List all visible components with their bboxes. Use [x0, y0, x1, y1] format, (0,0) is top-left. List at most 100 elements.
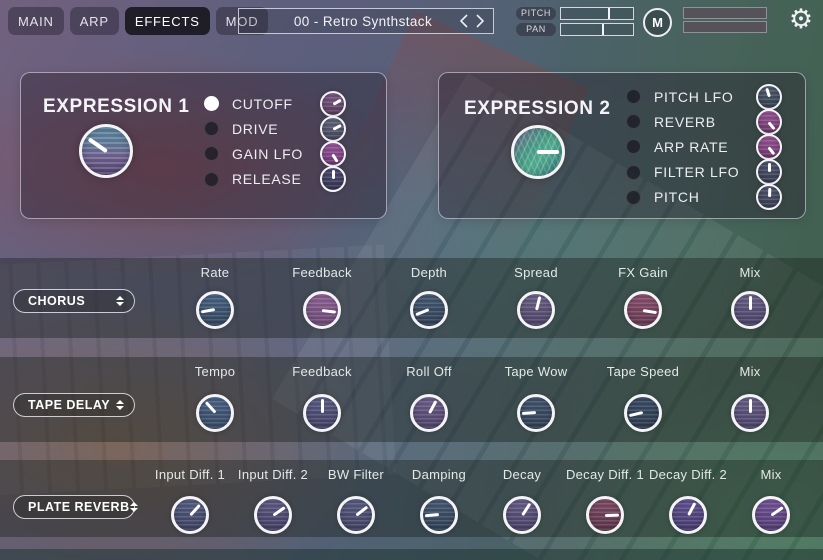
- effect-knob-spread[interactable]: [517, 291, 555, 329]
- effect-knob-mix[interactable]: [752, 496, 790, 534]
- effect-knob-input-diff-2[interactable]: [254, 496, 292, 534]
- knob-pointer: [422, 498, 457, 533]
- target-knob-reverb[interactable]: [756, 109, 782, 135]
- knob-label: Damping: [412, 467, 466, 482]
- reverb-knobs: Input Diff. 1Input Diff. 2BW FilterDampi…: [171, 460, 790, 537]
- knob-column: Damping: [420, 460, 458, 537]
- pitch-slider-row: PITCH: [516, 6, 634, 20]
- target-radio-arp-rate[interactable]: [626, 139, 641, 154]
- expression-1-panel: EXPRESSION 1 CUTOFFDRIVEGAIN LFORELEASE: [20, 72, 387, 219]
- pitch-slider-handle[interactable]: [608, 8, 610, 19]
- knob-label: Input Diff. 1: [155, 467, 225, 482]
- knob-pointer: [588, 498, 621, 531]
- chorus-type-label: CHORUS: [28, 294, 85, 308]
- effect-knob-rate[interactable]: [196, 291, 234, 329]
- effect-knob-depth[interactable]: [410, 291, 448, 329]
- target-radio-filter-lfo[interactable]: [626, 165, 641, 180]
- knob-pointer: [517, 291, 556, 330]
- tab-effects[interactable]: EFFECTS: [125, 7, 210, 35]
- target-knob-drive[interactable]: [320, 116, 346, 142]
- knob-pointer-line: [535, 296, 541, 310]
- tab-main[interactable]: MAIN: [8, 7, 64, 35]
- effect-knob-tape-speed[interactable]: [624, 394, 662, 432]
- knob-pointer-line: [629, 412, 643, 418]
- expression-2-panel: EXPRESSION 2 PITCH LFOREVERBARP RATEFILT…: [438, 72, 806, 219]
- effect-knob-bw-filter[interactable]: [337, 496, 375, 534]
- knob-pointer: [519, 396, 553, 430]
- pitch-slider[interactable]: [560, 7, 634, 20]
- effect-knob-tempo[interactable]: [196, 394, 234, 432]
- target-knob-filter-lfo[interactable]: [756, 159, 782, 185]
- effect-knob-damping[interactable]: [420, 496, 458, 534]
- chorus-knobs: RateFeedbackDepthSpreadFX GainMix: [196, 258, 769, 338]
- knob-pointer-line: [332, 123, 341, 130]
- knob-label: FX Gain: [618, 265, 668, 280]
- knob-label: Depth: [411, 265, 447, 280]
- knob-pointer-line: [765, 88, 771, 97]
- settings-gear-icon[interactable]: ⚙: [784, 2, 818, 36]
- effect-knob-mix[interactable]: [731, 291, 769, 329]
- target-label: CUTOFF: [232, 96, 320, 112]
- effect-knob-decay-diff-1[interactable]: [586, 496, 624, 534]
- expression-target-row: PITCH LFO: [626, 84, 782, 109]
- expression-1-knob[interactable]: [79, 124, 133, 178]
- knob-pointer-line: [768, 146, 776, 155]
- effect-knob-feedback[interactable]: [303, 394, 341, 432]
- target-label: DRIVE: [232, 121, 320, 137]
- chorus-type-dropdown[interactable]: CHORUS: [13, 289, 135, 313]
- knob-pointer-line: [189, 504, 201, 516]
- reverb-type-dropdown[interactable]: PLATE REVERB: [13, 495, 135, 519]
- knob-column: Tape Speed: [624, 357, 662, 442]
- knob-pointer-line: [88, 137, 108, 153]
- expression-target-row: REVERB: [626, 109, 782, 134]
- tab-arp[interactable]: ARP: [70, 7, 119, 35]
- knob-column: Input Diff. 1: [171, 460, 209, 537]
- target-radio-release[interactable]: [204, 172, 219, 187]
- target-knob-arp-rate[interactable]: [756, 134, 782, 160]
- knob-label: Tape Wow: [505, 364, 568, 379]
- chevron-left-icon[interactable]: [459, 13, 469, 29]
- effect-knob-decay-diff-2[interactable]: [669, 496, 707, 534]
- chevron-right-icon[interactable]: [475, 13, 485, 29]
- pan-slider[interactable]: [560, 23, 634, 36]
- target-radio-drive[interactable]: [204, 121, 219, 136]
- target-label: FILTER LFO: [654, 164, 756, 180]
- knob-column: FX Gain: [624, 258, 662, 338]
- target-radio-pitch[interactable]: [626, 190, 641, 205]
- target-knob-release[interactable]: [320, 166, 346, 192]
- effect-knob-fx-gain[interactable]: [624, 291, 662, 329]
- effect-knob-decay[interactable]: [503, 496, 541, 534]
- effect-knob-feedback[interactable]: [303, 291, 341, 329]
- knob-pointer: [758, 186, 781, 209]
- knob-pointer-line: [643, 309, 657, 314]
- knob-label: Decay Diff. 1: [566, 467, 644, 482]
- target-knob-pitch-lfo[interactable]: [756, 84, 782, 110]
- effect-knob-input-diff-1[interactable]: [171, 496, 209, 534]
- expression-2-knob[interactable]: [511, 125, 565, 179]
- target-knob-pitch[interactable]: [756, 184, 782, 210]
- knob-label: Roll Off: [406, 364, 452, 379]
- target-radio-reverb[interactable]: [626, 114, 641, 129]
- output-meter-bottom[interactable]: [683, 21, 767, 33]
- mono-button[interactable]: M: [643, 8, 672, 37]
- knob-pointer: [734, 397, 766, 429]
- effect-knob-roll-off[interactable]: [410, 394, 448, 432]
- preset-selector[interactable]: 00 - Retro Synthstack: [238, 8, 494, 34]
- effect-knob-mix[interactable]: [731, 394, 769, 432]
- knob-pointer: [500, 493, 544, 537]
- delay-type-dropdown[interactable]: TAPE DELAY: [13, 393, 135, 417]
- knob-pointer: [749, 493, 794, 538]
- dropdown-arrows-icon: [116, 296, 124, 306]
- target-knob-cutoff[interactable]: [320, 91, 346, 117]
- knob-pointer: [625, 292, 662, 329]
- target-radio-gain-lfo[interactable]: [204, 146, 219, 161]
- knob-pointer-line: [768, 188, 771, 197]
- output-meter-top[interactable]: [683, 7, 767, 19]
- target-radio-pitch-lfo[interactable]: [626, 89, 641, 104]
- target-radio-cutoff[interactable]: [204, 96, 219, 111]
- pan-slider-handle[interactable]: [602, 24, 604, 35]
- target-label: GAIN LFO: [232, 146, 320, 162]
- effect-row-reverb: PLATE REVERB Input Diff. 1Input Diff. 2B…: [0, 460, 823, 537]
- effect-knob-tape-wow[interactable]: [517, 394, 555, 432]
- target-knob-gain-lfo[interactable]: [320, 141, 346, 167]
